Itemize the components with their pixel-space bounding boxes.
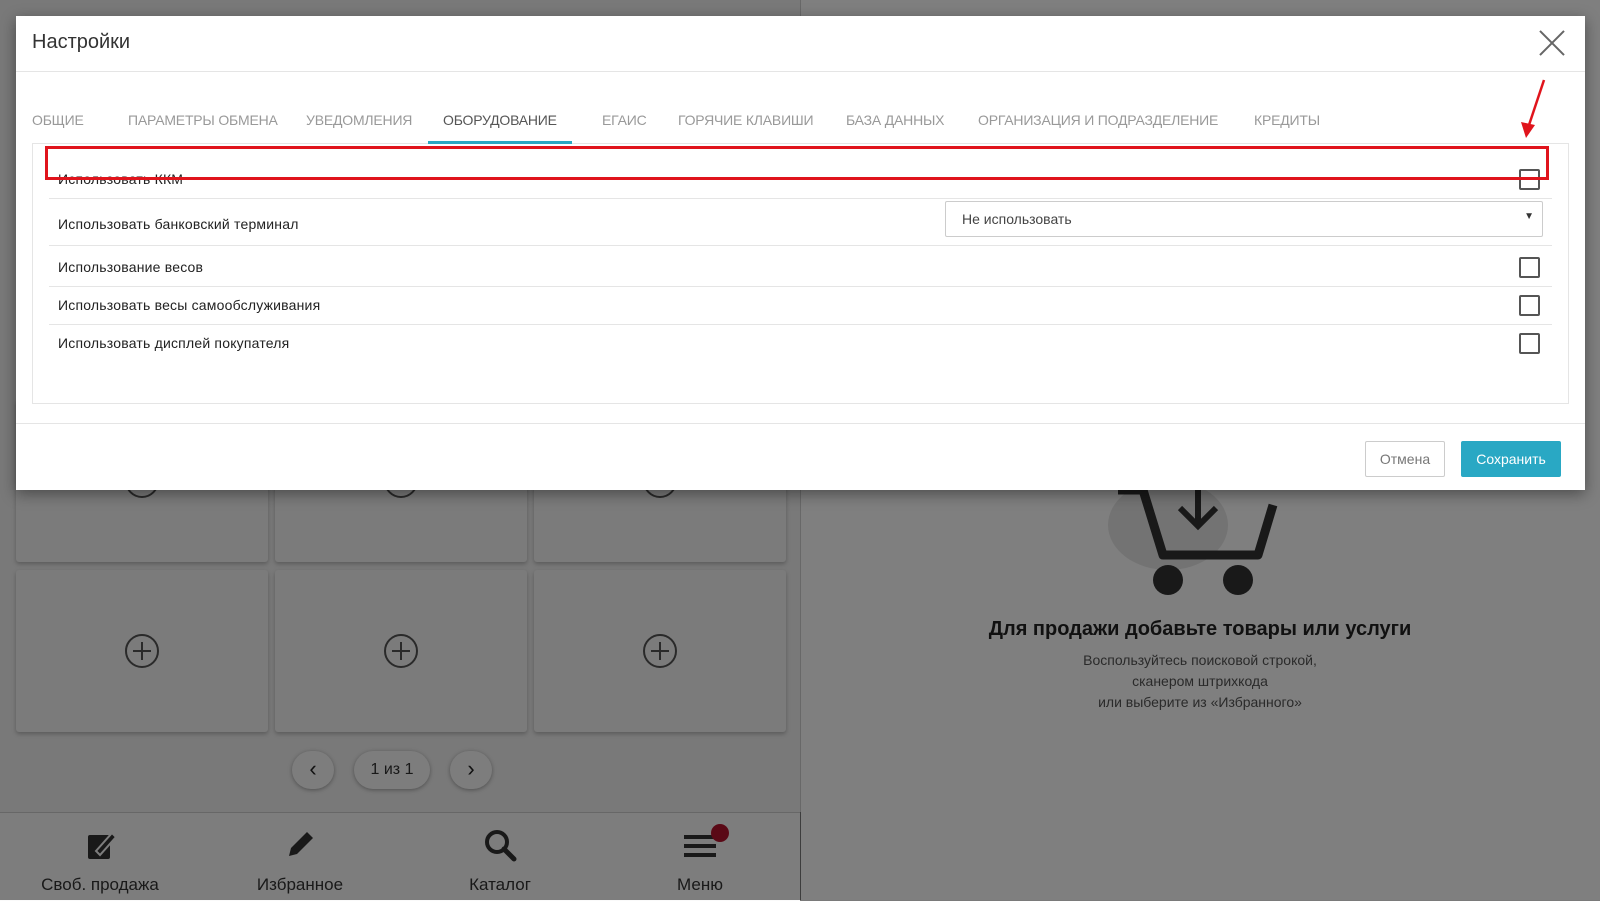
dropdown-arrow-icon: ▼	[1524, 211, 1534, 222]
setting-row-kkm: Использовать ККМ	[49, 160, 1552, 199]
setting-label: Использовать ККМ	[58, 171, 184, 187]
use-scales-checkbox[interactable]	[1519, 257, 1540, 278]
setting-label: Использовать весы самообслуживания	[58, 297, 321, 313]
setting-row-self-service-scales: Использовать весы самообслуживания	[49, 286, 1552, 325]
tab-egais[interactable]: ЕГАИС	[602, 98, 647, 141]
dialog-header: Настройки	[16, 16, 1585, 72]
close-icon[interactable]	[1537, 28, 1567, 58]
dialog-footer: Отмена Сохранить	[16, 423, 1585, 491]
self-service-scales-checkbox[interactable]	[1519, 295, 1540, 316]
dialog-title: Настройки	[32, 31, 131, 53]
tab-general[interactable]: ОБЩИЕ	[32, 98, 84, 141]
setting-row-customer-display: Использовать дисплей покупателя	[49, 324, 1552, 362]
use-kkm-checkbox[interactable]	[1519, 169, 1540, 190]
tab-hotkeys[interactable]: ГОРЯЧИЕ КЛАВИШИ	[678, 98, 814, 141]
settings-tabs: ОБЩИЕ ПАРАМЕТРЫ ОБМЕНА УВЕДОМЛЕНИЯ ОБОРУ…	[32, 98, 1569, 144]
customer-display-checkbox[interactable]	[1519, 333, 1540, 354]
setting-label: Использовать дисплей покупателя	[58, 335, 290, 351]
bank-terminal-select[interactable]: Не использовать ▼	[945, 201, 1543, 237]
tab-organization[interactable]: ОРГАНИЗАЦИЯ И ПОДРАЗДЕЛЕНИЕ	[978, 98, 1218, 141]
setting-row-bank-terminal: Использовать банковский терминал Не испо…	[49, 201, 1552, 246]
setting-label: Использование весов	[58, 259, 204, 275]
settings-dialog: Настройки ОБЩИЕ ПАРАМЕТРЫ ОБМЕНА УВЕДОМЛ…	[16, 16, 1585, 490]
tab-equipment[interactable]: ОБОРУДОВАНИЕ	[428, 98, 572, 144]
annotation-arrow-icon	[1521, 79, 1546, 138]
equipment-settings-panel: Использовать ККМ Использовать банковский…	[32, 144, 1569, 404]
setting-row-scales: Использование весов	[49, 248, 1552, 287]
save-button[interactable]: Сохранить	[1461, 441, 1561, 477]
tab-credits[interactable]: КРЕДИТЫ	[1254, 98, 1320, 141]
tab-notifications[interactable]: УВЕДОМЛЕНИЯ	[306, 98, 412, 141]
setting-label: Использовать банковский терминал	[58, 216, 299, 232]
tab-exchange-params[interactable]: ПАРАМЕТРЫ ОБМЕНА	[128, 98, 278, 141]
tab-database[interactable]: БАЗА ДАННЫХ	[846, 98, 945, 141]
cancel-button[interactable]: Отмена	[1365, 441, 1445, 477]
select-value: Не использовать	[962, 211, 1072, 227]
